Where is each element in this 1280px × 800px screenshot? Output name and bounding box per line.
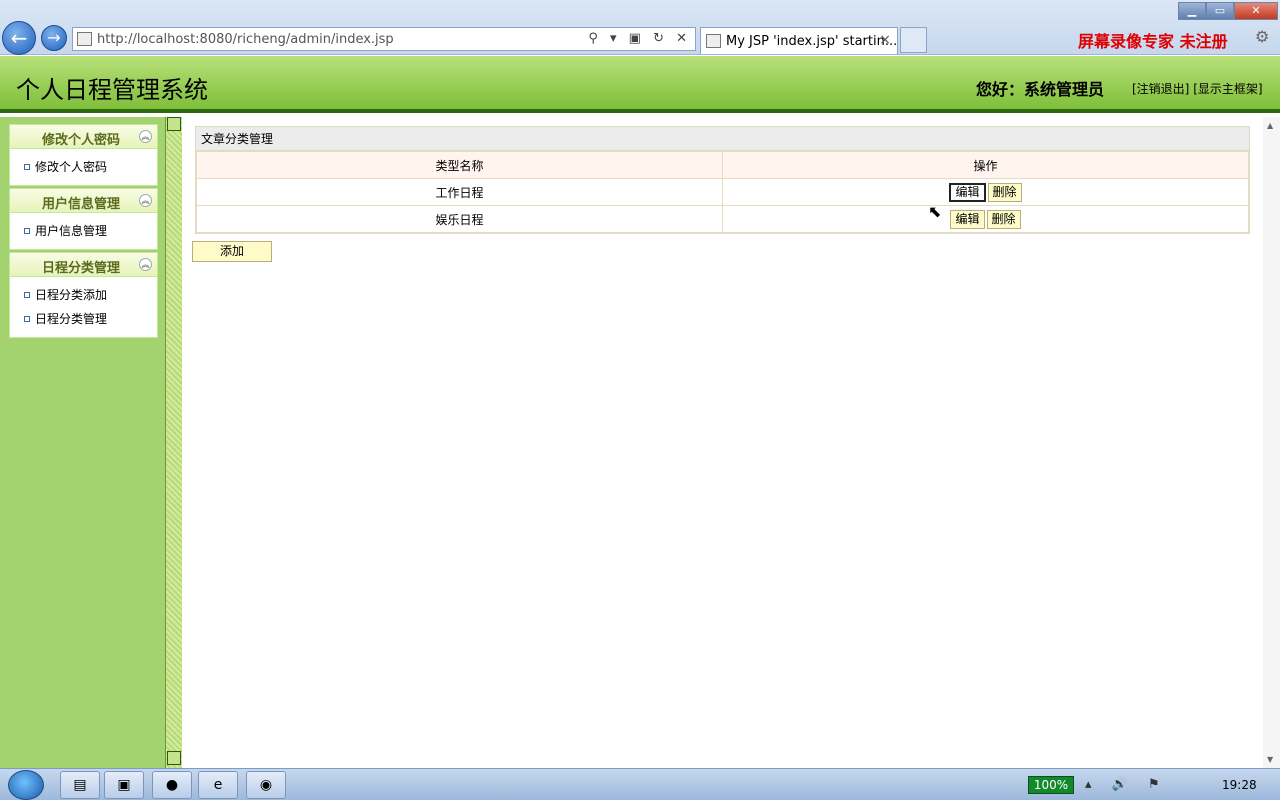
frame-splitter[interactable]	[165, 117, 182, 768]
new-tab-button[interactable]	[900, 27, 927, 53]
column-header-name: 类型名称	[196, 151, 723, 179]
actions-cell: 编辑 删除	[722, 178, 1249, 206]
address-url[interactable]: http://localhost:8080/richeng/admin/inde…	[97, 32, 394, 47]
scroll-up-icon[interactable]: ▲	[1267, 121, 1273, 130]
category-panel: 文章分类管理 类型名称 操作 工作日程 编辑 删除 娱乐日程 编辑 删除	[195, 126, 1250, 234]
table-header-row: 类型名称 操作	[196, 151, 1249, 179]
main-content: 文章分类管理 类型名称 操作 工作日程 编辑 删除 娱乐日程 编辑 删除 添加 ⬉	[183, 117, 1263, 768]
address-bar[interactable]: http://localhost:8080/richeng/admin/inde…	[72, 27, 696, 51]
explorer-taskbar-icon[interactable]: ▤	[60, 771, 100, 799]
user-greeting: 您好：系统管理员	[976, 80, 1105, 99]
menu-group-title: 修改个人密码	[42, 133, 121, 148]
vertical-scrollbar[interactable]: ▲ ▼	[1263, 117, 1280, 768]
column-header-actions: 操作	[722, 151, 1249, 179]
system-tray-icons[interactable]: ▴ 🔊 ⚑	[1085, 777, 1168, 792]
forward-arrow-icon: →	[47, 28, 61, 47]
taskbar: ▤ ▣ ● e ◉ 100% ▴ 🔊 ⚑ 19:28	[0, 768, 1280, 800]
collapse-icon[interactable]: ︽	[139, 258, 152, 271]
bullet-icon	[24, 316, 30, 322]
maximize-button[interactable]: ▭	[1206, 2, 1234, 20]
back-button[interactable]: ←	[2, 21, 36, 55]
tab-page-icon	[706, 34, 721, 48]
gear-icon[interactable]: ⚙	[1255, 27, 1269, 46]
logout-link[interactable]: [注销退出]	[1132, 82, 1189, 96]
category-name-cell: 娱乐日程	[196, 205, 723, 233]
app-title: 个人日程管理系统	[16, 76, 208, 104]
battery-indicator[interactable]: 100%	[1028, 776, 1074, 794]
ie-taskbar-icon[interactable]: e	[198, 771, 238, 799]
sidebar-item-user-management[interactable]: 用户信息管理	[10, 219, 157, 243]
table-row: 工作日程 编辑 删除	[196, 178, 1249, 206]
splitter-top-button[interactable]	[167, 117, 181, 131]
window-controls: ▁ ▭ ✕	[1178, 2, 1278, 20]
browser-tab[interactable]: My JSP 'index.jsp' startin... ×	[700, 27, 898, 54]
sidebar-item-change-password[interactable]: 修改个人密码	[10, 155, 157, 179]
minimize-button[interactable]: ▁	[1178, 2, 1206, 20]
app-header: 个人日程管理系统 您好：系统管理员 [注销退出] [显示主框架]	[0, 56, 1280, 113]
taskbar-clock[interactable]: 19:28	[1222, 778, 1257, 792]
menu-group-title: 用户信息管理	[42, 197, 121, 212]
edit-button[interactable]: 编辑	[950, 209, 985, 229]
sidebar-item-manage-categories[interactable]: 日程分类管理	[10, 307, 157, 331]
close-window-button[interactable]: ✕	[1234, 2, 1278, 20]
delete-button[interactable]: 删除	[986, 209, 1021, 229]
collapse-icon[interactable]: ︽	[139, 194, 152, 207]
address-tools[interactable]: ⚲ ▾ ▣ ↻ ✕	[588, 31, 691, 46]
sidebar-item-add-category[interactable]: 日程分类添加	[10, 283, 157, 307]
tab-title: My JSP 'index.jsp' startin...	[726, 34, 898, 49]
tab-close-icon[interactable]: ×	[879, 32, 891, 48]
edit-button[interactable]: 编辑	[949, 182, 986, 202]
page-icon	[77, 32, 92, 46]
bullet-icon	[24, 228, 30, 234]
browser-chrome: ← → http://localhost:8080/richeng/admin/…	[0, 0, 1280, 55]
sidebar-item-label: 日程分类管理	[35, 312, 108, 326]
menu-group-header[interactable]: 日程分类管理 ︽	[10, 253, 157, 277]
sidebar-item-label: 修改个人密码	[35, 160, 108, 174]
menu-group-header[interactable]: 修改个人密码 ︽	[10, 125, 157, 149]
sidebar-item-label: 日程分类添加	[35, 288, 108, 302]
bullet-icon	[24, 292, 30, 298]
media-taskbar-icon[interactable]: ◉	[246, 771, 286, 799]
scroll-down-icon[interactable]: ▼	[1267, 755, 1273, 764]
back-arrow-icon: ←	[10, 26, 28, 50]
menu-group-schedule-categories: 日程分类管理 ︽ 日程分类添加 日程分类管理	[9, 252, 158, 338]
sidebar-item-label: 用户信息管理	[35, 224, 108, 238]
category-name-cell: 工作日程	[196, 178, 723, 206]
app-taskbar-icon[interactable]: ▣	[104, 771, 144, 799]
firefox-taskbar-icon[interactable]: ●	[152, 771, 192, 799]
menu-group-header[interactable]: 用户信息管理 ︽	[10, 189, 157, 213]
actions-cell: 编辑 删除	[722, 205, 1249, 233]
category-table: 类型名称 操作 工作日程 编辑 删除 娱乐日程 编辑 删除	[196, 151, 1249, 233]
add-button[interactable]: 添加	[192, 241, 272, 262]
mouse-cursor-icon: ⬉	[928, 202, 942, 221]
bullet-icon	[24, 164, 30, 170]
delete-button[interactable]: 删除	[987, 182, 1022, 202]
show-main-frame-link[interactable]: [显示主框架]	[1193, 82, 1262, 96]
header-links: [注销退出] [显示主框架]	[1132, 80, 1263, 97]
table-row: 娱乐日程 编辑 删除	[196, 205, 1249, 233]
menu-group-password: 修改个人密码 ︽ 修改个人密码	[9, 124, 158, 186]
sidebar: 修改个人密码 ︽ 修改个人密码 用户信息管理 ︽ 用户信息管理 日程分类管理 ︽	[0, 117, 165, 768]
menu-group-users: 用户信息管理 ︽ 用户信息管理	[9, 188, 158, 250]
start-button[interactable]	[8, 770, 44, 800]
collapse-icon[interactable]: ︽	[139, 130, 152, 143]
splitter-bottom-button[interactable]	[167, 751, 181, 765]
watermark-text: 屏幕录像专家 未注册	[1078, 32, 1228, 51]
forward-button[interactable]: →	[41, 25, 67, 51]
menu-group-title: 日程分类管理	[42, 261, 121, 276]
panel-title: 文章分类管理	[196, 127, 1249, 151]
